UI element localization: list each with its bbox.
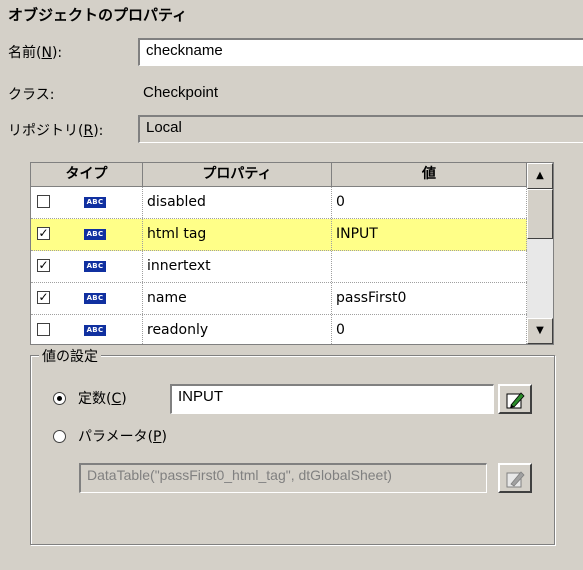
string-type-icon: ABC: [84, 229, 106, 240]
table-row[interactable]: ABC disabled 0: [31, 187, 527, 219]
value-cell[interactable]: 0: [332, 187, 527, 218]
edit-icon: [506, 392, 525, 409]
row-checkbox[interactable]: ✓: [37, 259, 50, 272]
properties-grid: タイプ プロパティ 値 ABC disabled 0 ✓ ABC html tag INPU…: [30, 162, 554, 345]
constant-value-input[interactable]: INPUT: [170, 384, 494, 414]
table-row[interactable]: ABC readonly 0: [31, 315, 527, 344]
repository-label: リポジトリ(R):: [8, 120, 103, 140]
value-settings-group: 値の設定 定数(C) INPUT パラメータ(P) DataTable("pas…: [30, 346, 555, 545]
property-cell[interactable]: disabled: [143, 187, 332, 218]
property-cell[interactable]: html tag: [143, 219, 332, 250]
row-checkbox[interactable]: [37, 195, 50, 208]
row-checkbox[interactable]: [37, 323, 50, 336]
name-label: 名前(N):: [8, 42, 62, 62]
header-property[interactable]: プロパティ: [143, 163, 332, 187]
parameter-label[interactable]: パラメータ(P): [78, 426, 167, 446]
scroll-up-button[interactable]: ▲: [527, 163, 553, 189]
value-cell[interactable]: passFirst0: [332, 283, 527, 314]
value-cell[interactable]: INPUT: [332, 219, 527, 250]
type-cell: ✓ ABC: [31, 283, 143, 314]
table-row[interactable]: ✓ ABC html tag INPUT: [31, 219, 527, 251]
constant-edit-button[interactable]: [498, 384, 532, 414]
constant-label-key: C: [111, 391, 122, 407]
type-cell: ✓ ABC: [31, 219, 143, 250]
constant-label[interactable]: 定数(C): [78, 388, 127, 408]
scroll-thumb[interactable]: [527, 189, 553, 239]
name-field[interactable]: checkname: [138, 38, 583, 66]
name-label-text: 名前(: [8, 45, 42, 61]
class-value: Checkpoint: [143, 84, 219, 101]
string-type-icon: ABC: [84, 293, 106, 304]
repository-label-end: ):: [93, 123, 104, 139]
parameter-label-text: パラメータ(: [78, 429, 154, 445]
property-cell[interactable]: name: [143, 283, 332, 314]
edit-icon-disabled: [506, 471, 525, 488]
name-label-end: ):: [51, 45, 63, 61]
property-cell[interactable]: innertext: [143, 251, 332, 282]
header-type[interactable]: タイプ: [31, 163, 143, 187]
row-checkbox[interactable]: ✓: [37, 291, 50, 304]
parameter-edit-button: [498, 463, 532, 493]
radio-dot: [57, 396, 62, 401]
type-cell: ABC: [31, 187, 143, 218]
table-row[interactable]: ✓ ABC innertext: [31, 251, 527, 283]
constant-label-end: ): [121, 391, 127, 407]
constant-label-text: 定数(: [78, 391, 112, 407]
type-cell: ✓ ABC: [31, 251, 143, 282]
row-checkbox[interactable]: ✓: [37, 227, 50, 240]
parameter-radio[interactable]: [53, 430, 66, 443]
table-row[interactable]: ✓ ABC name passFirst0: [31, 283, 527, 315]
string-type-icon: ABC: [84, 197, 106, 208]
dialog-title: オブジェクトのプロパティ: [8, 6, 188, 24]
header-value[interactable]: 値: [332, 163, 527, 187]
string-type-icon: ABC: [84, 325, 106, 336]
class-label: クラス:: [8, 87, 55, 103]
parameter-value-input: DataTable("passFirst0_html_tag", dtGloba…: [79, 463, 487, 493]
type-cell: ABC: [31, 315, 143, 344]
constant-radio[interactable]: [53, 392, 66, 405]
repository-field: Local: [138, 115, 583, 143]
parameter-label-key: P: [153, 429, 162, 445]
repository-label-key: R: [83, 123, 94, 139]
value-cell[interactable]: [332, 251, 527, 282]
string-type-icon: ABC: [84, 261, 106, 272]
name-label-key: N: [41, 45, 52, 61]
parameter-label-end: ): [161, 429, 167, 445]
grid-scrollbar[interactable]: ▲ ▼: [527, 163, 553, 344]
value-settings-legend: 値の設定: [39, 346, 101, 366]
property-cell[interactable]: readonly: [143, 315, 332, 344]
repository-label-text: リポジトリ(: [8, 123, 84, 139]
scroll-down-button[interactable]: ▼: [527, 318, 553, 344]
value-cell[interactable]: 0: [332, 315, 527, 344]
